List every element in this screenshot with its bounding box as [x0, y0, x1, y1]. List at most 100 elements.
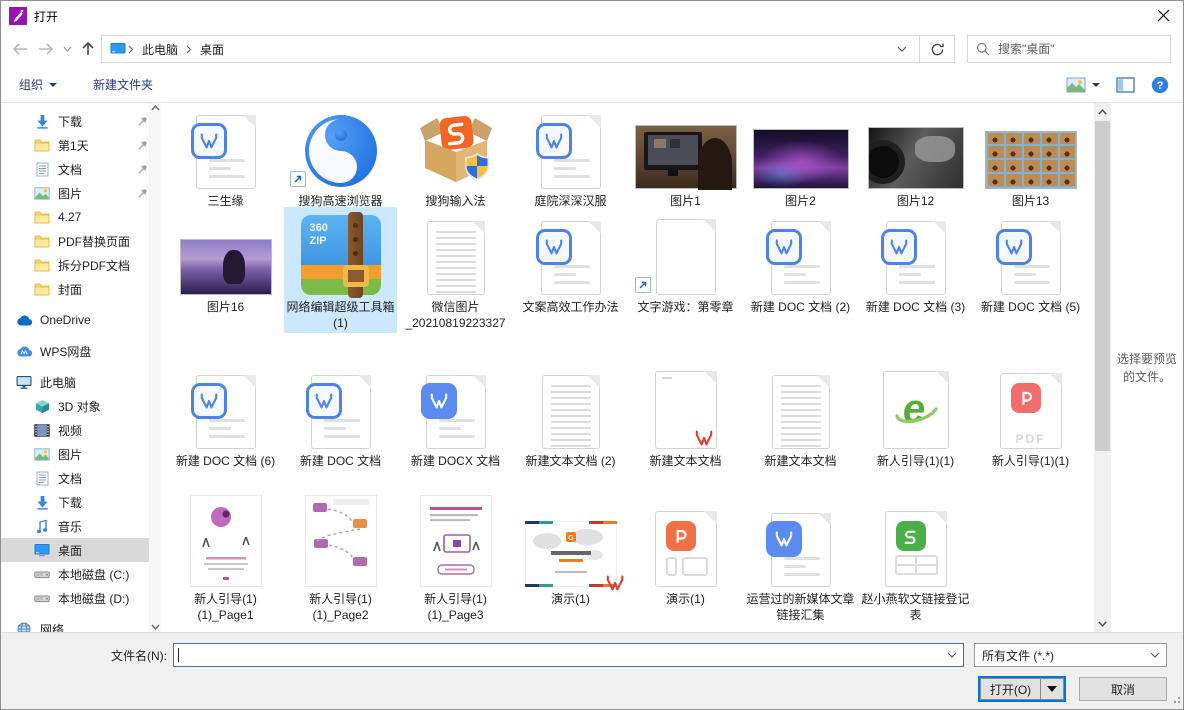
file-item[interactable]: 文字游戏：第零章: [629, 207, 742, 317]
back-icon[interactable]: [7, 36, 33, 62]
up-icon[interactable]: [75, 36, 101, 62]
search-box[interactable]: [967, 35, 1171, 63]
breadcrumb[interactable]: 此电脑 桌面: [101, 35, 920, 63]
organize-label: 组织: [19, 76, 43, 93]
file-item[interactable]: PDF新人引导(1)(1): [974, 359, 1087, 471]
sidebar-item[interactable]: 第1天: [1, 133, 161, 157]
file-item[interactable]: 图片1: [629, 107, 742, 211]
forward-icon[interactable]: [33, 36, 59, 62]
photo-shelf-icon: [985, 131, 1077, 189]
file-item[interactable]: 赵小燕软文链接登记表: [859, 495, 972, 625]
file-item[interactable]: 360ZIP网络编辑超级工具箱(1): [284, 207, 397, 333]
file-item[interactable]: 演示(1): [629, 495, 742, 609]
file-item[interactable]: 新建 DOC 文档: [284, 359, 397, 471]
breadcrumb-this-pc[interactable]: 此电脑: [136, 41, 184, 58]
file-item[interactable]: 新人引导(1)(1)_Page1: [169, 495, 282, 625]
sidebar-item[interactable]: 拆分PDF文档: [1, 253, 161, 277]
sidebar-item-label: 音乐: [58, 518, 82, 535]
file-item[interactable]: 新建 DOC 文档 (5): [974, 207, 1087, 317]
file-item[interactable]: 庭院深深汉服: [514, 107, 627, 211]
resize-grip[interactable]: [1171, 693, 1181, 707]
filetype-combobox[interactable]: 所有文件 (*.*): [974, 643, 1167, 667]
sidebar-item[interactable]: 封面: [1, 277, 161, 301]
scroll-down-icon[interactable]: [1094, 615, 1111, 632]
file-item[interactable]: 新建 DOC 文档 (3): [859, 207, 972, 317]
sidebar-item[interactable]: 下载: [1, 490, 161, 514]
sidebar-item[interactable]: 网络: [1, 617, 161, 632]
scrollbar-thumb[interactable]: [1095, 121, 1110, 451]
sidebar-item[interactable]: OneDrive: [1, 308, 161, 332]
sidebar-item[interactable]: 文档: [1, 466, 161, 490]
file-item[interactable]: 新建 DOC 文档 (2): [744, 207, 857, 317]
file-name: 微信图片_20210819223327: [402, 299, 510, 331]
open-button[interactable]: 打开(O): [980, 678, 1040, 700]
sidebar-item[interactable]: 文档: [1, 157, 161, 181]
search-input[interactable]: [998, 42, 1162, 56]
file-item[interactable]: 新建 DOC 文档 (6): [169, 359, 282, 471]
sidebar-item[interactable]: 3D 对象: [1, 394, 161, 418]
files-scrollbar[interactable]: [1094, 103, 1111, 632]
sidebar-item[interactable]: 下载: [1, 109, 161, 133]
file-icon: [861, 109, 970, 189]
file-item[interactable]: 微信图片_20210819223327: [399, 207, 512, 333]
preview-pane-button[interactable]: [1116, 77, 1135, 93]
sidebar-item[interactable]: 本地磁盘 (D:): [1, 586, 161, 610]
file-item[interactable]: 图片16: [169, 207, 282, 317]
file-icon: [286, 497, 395, 587]
sidebar-item-label: PDF替换页面: [58, 233, 130, 250]
recent-locations-chevron-icon[interactable]: [59, 36, 75, 62]
filename-dropdown-chevron-icon[interactable]: [941, 644, 963, 666]
file-item[interactable]: 新建文本文档: [629, 359, 742, 471]
file-item[interactable]: 新人引导(1)(1)_Page2: [284, 495, 397, 625]
cancel-button[interactable]: 取消: [1079, 677, 1167, 701]
file-icon: [631, 209, 740, 295]
file-item[interactable]: 图片13: [974, 107, 1087, 211]
close-icon[interactable]: [1149, 3, 1177, 27]
file-item[interactable]: 新建文本文档 (2): [514, 359, 627, 471]
txt-doc-icon: [427, 221, 485, 295]
file-item[interactable]: 图片2: [744, 107, 857, 211]
file-item[interactable]: 运营过的新媒体文章链接汇集: [744, 495, 857, 625]
sidebar-item[interactable]: 音乐: [1, 514, 161, 538]
thumbnails-view-icon: [1066, 77, 1086, 93]
file-item[interactable]: 新建 DOCX 文档: [399, 359, 512, 471]
file-item[interactable]: G演示(1): [514, 495, 627, 609]
sidebar-item[interactable]: 视频: [1, 418, 161, 442]
filename-input[interactable]: [174, 644, 941, 666]
file-item[interactable]: e新人引导(1)(1): [859, 359, 972, 471]
file-item[interactable]: 新建文本文档: [744, 359, 857, 471]
chevron-down-icon: [49, 83, 57, 87]
sidebar-scrollbar[interactable]: [149, 103, 161, 632]
sidebar-item[interactable]: WPS网盘: [1, 339, 161, 363]
desktop-location-icon: [110, 42, 126, 56]
triangle-down-icon: [1047, 686, 1057, 692]
change-view-button[interactable]: [1066, 77, 1100, 93]
file-item[interactable]: 搜狗高速浏览器: [284, 107, 397, 211]
file-item[interactable]: 新人引导(1)(1)_Page3: [399, 495, 512, 625]
open-split-button[interactable]: 打开(O): [978, 676, 1066, 702]
sidebar-item[interactable]: 本地磁盘 (C:): [1, 562, 161, 586]
refresh-icon[interactable]: [919, 35, 955, 63]
wps-doc-solid-icon: [771, 513, 831, 587]
file-item[interactable]: 图片12: [859, 107, 972, 211]
sidebar-item[interactable]: 桌面: [1, 538, 161, 562]
open-options-arrow[interactable]: [1040, 678, 1064, 700]
sidebar-item-label: 图片: [58, 185, 82, 202]
sidebar-item[interactable]: 4.27: [1, 205, 161, 229]
breadcrumb-desktop[interactable]: 桌面: [194, 41, 230, 58]
file-item[interactable]: 文案高效工作办法: [514, 207, 627, 317]
sidebar-item[interactable]: PDF替换页面: [1, 229, 161, 253]
sidebar-item-label: 下载: [58, 494, 82, 511]
new-folder-button[interactable]: 新建文件夹: [93, 76, 153, 93]
sidebar-item[interactable]: 图片: [1, 181, 161, 205]
organize-button[interactable]: 组织: [19, 76, 57, 93]
filename-combobox[interactable]: [173, 643, 964, 667]
sidebar-item[interactable]: 此电脑: [1, 370, 161, 394]
sidebar-item-label: WPS网盘: [40, 343, 91, 360]
address-dropdown-chevron-icon[interactable]: [889, 36, 915, 62]
sidebar-item[interactable]: 图片: [1, 442, 161, 466]
help-button[interactable]: ?: [1151, 76, 1169, 94]
file-item[interactable]: 三生缘: [169, 107, 282, 211]
scroll-up-icon[interactable]: [1094, 103, 1111, 120]
file-item[interactable]: 搜狗输入法: [399, 107, 512, 211]
